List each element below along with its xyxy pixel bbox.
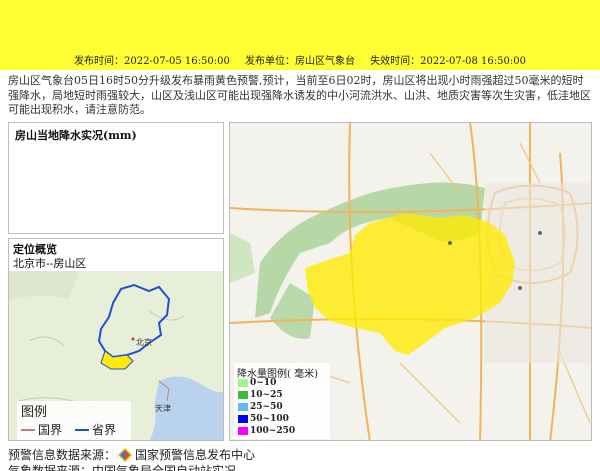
national-border-label: 国界 — [38, 423, 63, 437]
legend-swatch-10-25 — [238, 391, 248, 399]
legend-label-0-10: 0~10 — [250, 378, 277, 388]
warning-center-logo-icon — [118, 447, 133, 462]
legend-label-100-250: 100~250 — [250, 426, 296, 436]
location-legend: 图例 国界 省界 — [17, 401, 131, 440]
legend-label-25-50: 25~50 — [250, 402, 283, 412]
location-panel-subtitle: 北京市--房山区 — [13, 257, 87, 270]
legend-row-25-50: 25~50 — [238, 402, 283, 412]
legend-label-50-100: 50~100 — [250, 414, 289, 424]
expire-time: 失效时间：2022-07-08 16:50:00 — [370, 56, 526, 67]
publisher: 发布单位：房山区气象台 — [245, 56, 355, 67]
warning-area-map[interactable]: 降水量图例( 毫米) 0~10 10~25 25~50 50~100 100~2… — [229, 122, 592, 441]
warning-meta: 发布时间：2022-07-05 16:50:00 发布单位：房山区气象台 失效时… — [0, 52, 600, 67]
rainfall-panel: 房山当地降水实况(mm) — [8, 122, 224, 234]
legend-national-border: 国界 — [21, 421, 62, 438]
warning-source: 预警信息数据来源： 国家预警信息发布中心 — [8, 446, 255, 463]
legend-label-10-25: 10~25 — [250, 390, 283, 400]
location-legend-title: 图例 — [21, 405, 48, 420]
national-border-swatch — [21, 428, 35, 431]
legend-row-10-25: 10~25 — [238, 390, 283, 400]
weather-data-source: 气象数据来源：中国气象局全国自动站实况 — [8, 464, 237, 471]
warning-source-org[interactable]: 国家预警信息发布中心 — [135, 446, 255, 463]
rainfall-panel-title: 房山当地降水实况(mm) — [15, 129, 137, 142]
warning-source-label: 预警信息数据来源： — [8, 448, 117, 462]
publish-time: 发布时间：2022-07-05 16:50:00 — [74, 56, 230, 67]
province-border-swatch — [75, 428, 89, 431]
map-label-tianjin: 天津 — [155, 403, 171, 413]
legend-province-border: 省界 — [75, 421, 116, 438]
warning-description: 房山区气象台05日16时50分升级发布暴雨黄色预警,预计，当前至6日02时，房山… — [8, 74, 591, 116]
legend-swatch-25-50 — [238, 403, 248, 411]
province-border-label: 省界 — [92, 423, 117, 437]
legend-row-0-10: 0~10 — [238, 378, 276, 388]
legend-swatch-100-250 — [238, 427, 248, 435]
location-panel: 定位概览 北京市--房山区 北京 天津 图例 国界 省界 — [8, 238, 224, 441]
legend-row-50-100: 50~100 — [238, 414, 289, 424]
legend-row-100-250: 100~250 — [238, 426, 295, 436]
map-label-beijing: 北京 — [136, 337, 152, 347]
rainfall-legend: 降水量图例( 毫米) 0~10 10~25 25~50 50~100 100~2… — [234, 363, 330, 439]
legend-swatch-0-10 — [238, 379, 248, 387]
legend-swatch-50-100 — [238, 415, 248, 423]
